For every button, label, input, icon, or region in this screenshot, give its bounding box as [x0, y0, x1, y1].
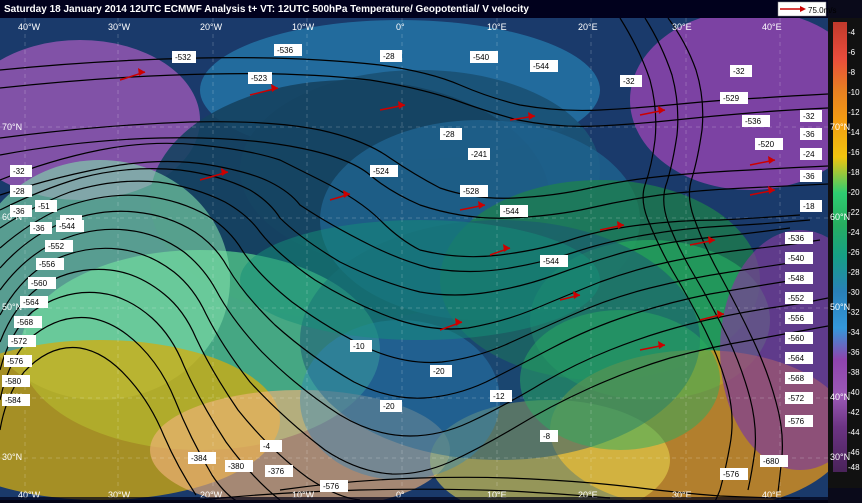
map-title: Saturday 18 January 2014 12UTC ECMWF Ana… — [4, 4, 529, 15]
svg-text:75.0m/s: 75.0m/s — [808, 6, 836, 15]
svg-text:-576: -576 — [7, 357, 24, 366]
svg-text:-28: -28 — [443, 130, 455, 139]
svg-text:-10: -10 — [353, 342, 365, 351]
lat-label-40n: 40°N — [830, 392, 850, 402]
svg-text:-544: -544 — [543, 257, 560, 266]
svg-text:-568: -568 — [17, 318, 34, 327]
lat-label-left-50n: 50°N — [2, 302, 22, 312]
map-svg: Saturday 18 January 2014 12UTC ECMWF Ana… — [0, 0, 862, 503]
svg-text:-18: -18 — [848, 168, 860, 177]
svg-text:-34: -34 — [848, 328, 860, 337]
svg-text:-548: -548 — [788, 274, 805, 283]
svg-text:-564: -564 — [23, 298, 40, 307]
lon-label-top-20e: 20°E — [578, 22, 598, 32]
svg-text:-32: -32 — [13, 167, 25, 176]
lon-label-top-30e: 30°E — [672, 22, 692, 32]
svg-text:-572: -572 — [11, 337, 28, 346]
svg-text:-529: -529 — [723, 94, 740, 103]
lat-label-70n: 70°N — [830, 122, 850, 132]
svg-text:-560: -560 — [31, 279, 48, 288]
svg-text:-36: -36 — [33, 224, 45, 233]
svg-text:-524: -524 — [373, 167, 390, 176]
lat-label-left-30n: 30°N — [2, 452, 22, 462]
svg-text:-680: -680 — [763, 457, 780, 466]
svg-text:-380: -380 — [228, 462, 245, 471]
svg-text:-36: -36 — [803, 172, 815, 181]
lon-label-top-40e: 40°E — [762, 22, 782, 32]
svg-text:-24: -24 — [803, 150, 815, 159]
svg-text:-32: -32 — [803, 112, 815, 121]
lon-label-top-0: 0° — [396, 22, 405, 32]
svg-text:-572: -572 — [788, 394, 805, 403]
svg-text:-42: -42 — [848, 408, 860, 417]
svg-text:-12: -12 — [493, 392, 505, 401]
svg-text:-540: -540 — [473, 53, 490, 62]
svg-text:-241: -241 — [471, 150, 488, 159]
svg-text:-384: -384 — [191, 454, 208, 463]
svg-text:-18: -18 — [803, 202, 815, 211]
svg-text:-32: -32 — [733, 67, 745, 76]
svg-text:-584: -584 — [5, 396, 22, 405]
lon-label-top-10e: 10°E — [487, 22, 507, 32]
svg-text:-576: -576 — [723, 470, 740, 479]
svg-text:-556: -556 — [788, 314, 805, 323]
svg-text:-36: -36 — [803, 130, 815, 139]
svg-text:-560: -560 — [788, 334, 805, 343]
svg-text:-12: -12 — [848, 108, 860, 117]
svg-text:-536: -536 — [745, 117, 762, 126]
svg-text:-20: -20 — [848, 188, 860, 197]
lat-label-30n: 30°N — [830, 452, 850, 462]
svg-text:-552: -552 — [48, 242, 65, 251]
svg-text:-536: -536 — [788, 234, 805, 243]
svg-text:-576: -576 — [788, 417, 805, 426]
svg-text:-26: -26 — [848, 248, 860, 257]
weather-map-container: Saturday 18 January 2014 12UTC ECMWF Ana… — [0, 0, 862, 503]
lat-label-50n: 50°N — [830, 302, 850, 312]
svg-text:-48: -48 — [848, 463, 860, 472]
svg-text:-544: -544 — [533, 62, 550, 71]
lon-label-top-30w: 30°W — [108, 22, 131, 32]
svg-text:-536: -536 — [277, 46, 294, 55]
svg-text:-523: -523 — [251, 74, 268, 83]
svg-text:-6: -6 — [848, 48, 856, 57]
lat-label-left-70n: 70°N — [2, 122, 22, 132]
svg-text:-30: -30 — [848, 288, 860, 297]
svg-text:-8: -8 — [848, 68, 856, 77]
svg-text:-552: -552 — [788, 294, 805, 303]
svg-text:-568: -568 — [788, 374, 805, 383]
svg-text:-556: -556 — [39, 260, 56, 269]
svg-text:-8: -8 — [543, 432, 551, 441]
svg-text:-16: -16 — [848, 148, 860, 157]
svg-text:-376: -376 — [268, 467, 285, 476]
svg-text:-51: -51 — [38, 202, 50, 211]
svg-text:-4: -4 — [848, 28, 856, 37]
svg-text:-28: -28 — [13, 187, 25, 196]
svg-text:-28: -28 — [848, 268, 860, 277]
svg-text:-544: -544 — [503, 207, 520, 216]
svg-text:-10: -10 — [848, 88, 860, 97]
svg-text:-38: -38 — [848, 368, 860, 377]
svg-text:-564: -564 — [788, 354, 805, 363]
lon-label-top-10w: 10°W — [292, 22, 315, 32]
svg-text:-544: -544 — [59, 222, 76, 231]
svg-text:-36: -36 — [848, 348, 860, 357]
svg-text:-20: -20 — [433, 367, 445, 376]
lon-label-top-40w: 40°W — [18, 22, 41, 32]
svg-text:-580: -580 — [5, 377, 22, 386]
svg-text:-540: -540 — [788, 254, 805, 263]
svg-text:-528: -528 — [463, 187, 480, 196]
svg-text:-576: -576 — [323, 482, 340, 491]
svg-text:-44: -44 — [848, 428, 860, 437]
svg-text:-32: -32 — [623, 77, 635, 86]
svg-text:-4: -4 — [263, 442, 271, 451]
svg-text:-36: -36 — [13, 207, 25, 216]
lon-label-top-20w: 20°W — [200, 22, 223, 32]
svg-text:-20: -20 — [383, 402, 395, 411]
svg-text:-520: -520 — [758, 140, 775, 149]
svg-text:-24: -24 — [848, 228, 860, 237]
svg-text:-28: -28 — [383, 52, 395, 61]
svg-text:-532: -532 — [175, 53, 192, 62]
lat-label-60n: 60°N — [830, 212, 850, 222]
